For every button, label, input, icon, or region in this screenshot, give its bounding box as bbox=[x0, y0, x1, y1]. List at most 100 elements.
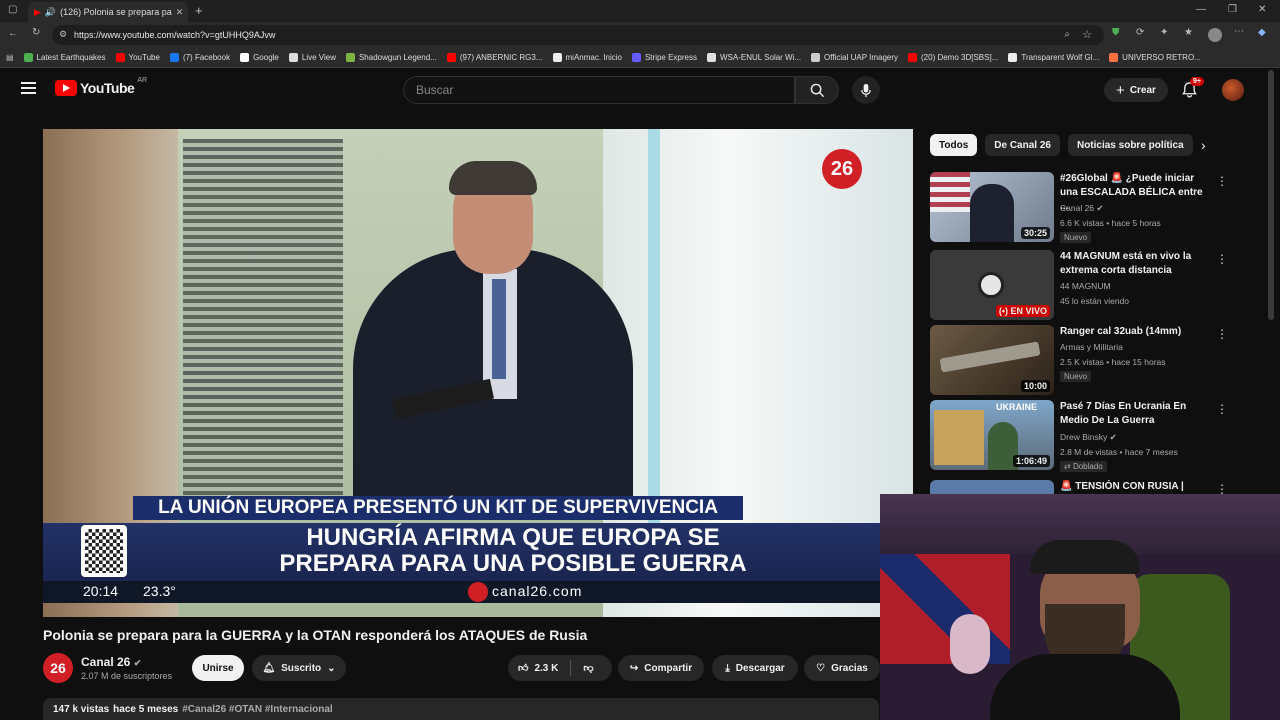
download-label: Descargar bbox=[735, 662, 785, 674]
zoom-icon[interactable]: ⌕ bbox=[1064, 29, 1070, 40]
video-thumbnail[interactable]: 10:00 bbox=[930, 325, 1054, 395]
more-menu-icon[interactable]: ⋯ bbox=[1234, 26, 1244, 37]
extension-icon[interactable]: ⟳ bbox=[1136, 27, 1144, 38]
bookmark-item[interactable]: Transparent Wolf Gl... bbox=[1008, 53, 1099, 62]
filter-chip[interactable]: Noticias sobre política bbox=[1067, 134, 1193, 156]
notifications-button[interactable]: 9+ bbox=[1182, 77, 1204, 103]
bookmark-item[interactable]: Stripe Express bbox=[631, 53, 697, 62]
search-input[interactable]: Buscar bbox=[403, 76, 795, 104]
verified-icon: ✔ bbox=[133, 658, 142, 668]
youtube-logo[interactable]: YouTube AR bbox=[55, 77, 147, 96]
bookmark-item[interactable]: (20) Demo 3D[SBS]... bbox=[908, 53, 998, 62]
bookmark-item[interactable]: Official UAP Imagery bbox=[811, 53, 898, 62]
video-thumbnail[interactable] bbox=[930, 480, 1054, 494]
channel-avatar[interactable]: 26 bbox=[43, 653, 73, 683]
video-thumbnail[interactable]: UKRAINE 1:06:49 bbox=[930, 400, 1054, 470]
thanks-button[interactable]: ♡ Gracias bbox=[804, 655, 880, 681]
video-thumbnail[interactable]: 30:25 bbox=[930, 172, 1054, 242]
tab-title: (126) Polonia se prepara pa bbox=[60, 7, 172, 17]
chips-next-icon[interactable]: › bbox=[1201, 137, 1206, 153]
rec-channel[interactable]: Armas y Militaria bbox=[1060, 342, 1123, 352]
rec-channel[interactable]: Canal 26 ✔ bbox=[1060, 203, 1104, 214]
thumbs-down-icon[interactable]: 👎︎ bbox=[583, 662, 593, 674]
maximize-icon[interactable]: ❐ bbox=[1228, 4, 1237, 15]
bookmark-favicon-icon bbox=[345, 53, 355, 62]
profile-avatar[interactable] bbox=[1208, 28, 1222, 42]
filter-chip[interactable]: Todos bbox=[930, 134, 978, 156]
thumbs-up-icon[interactable]: 👍︎ bbox=[518, 662, 528, 674]
video-player[interactable]: 26 LA UNIÓN EUROPEA PRESENTÓ UN KIT DE S… bbox=[43, 129, 913, 617]
recommendation-item[interactable]: 🚨 TENSIÓN CON RUSIA | ⋮ bbox=[930, 480, 1230, 494]
rec-title[interactable]: Pasé 7 Días En Ucrania En Medio De La Gu… bbox=[1060, 400, 1212, 428]
video-thumbnail[interactable]: (•) EN VIVO bbox=[930, 250, 1054, 320]
puzzle-icon[interactable]: ✦ bbox=[1160, 27, 1168, 38]
youtube-header: YouTube AR Buscar + Crear 9+ bbox=[0, 68, 1280, 112]
reload-icon[interactable]: ↻ bbox=[32, 27, 40, 38]
notification-count-badge: 9+ bbox=[1190, 77, 1204, 86]
share-button[interactable]: ↪ Compartir bbox=[618, 655, 704, 681]
more-options-icon[interactable]: ⋮ bbox=[1216, 482, 1228, 494]
browser-tab[interactable]: ▶ 🔊 (126) Polonia se prepara pa ✕ bbox=[28, 2, 188, 22]
more-options-icon[interactable]: ⋮ bbox=[1216, 402, 1228, 416]
bookmark-item[interactable]: Latest Earthquakes bbox=[23, 53, 106, 62]
bookmark-item[interactable]: Shadowgun Legend... bbox=[345, 53, 437, 62]
minimize-icon[interactable]: — bbox=[1196, 4, 1206, 15]
tab-actions-icon[interactable]: ▢ bbox=[8, 4, 17, 15]
site-info-icon[interactable]: ⚙ bbox=[59, 29, 67, 40]
channel-name[interactable]: Canal 26 ✔ bbox=[81, 655, 141, 669]
recommendation-item[interactable]: (•) EN VIVO 44 MAGNUM está en vivo la ex… bbox=[930, 250, 1230, 322]
speaker-icon[interactable]: 🔊 bbox=[45, 7, 56, 18]
bookmark-label: Shadowgun Legend... bbox=[358, 53, 437, 62]
new-tab-icon[interactable]: + bbox=[195, 3, 203, 18]
microphone-icon bbox=[861, 83, 871, 97]
more-options-icon[interactable]: ⋮ bbox=[1216, 327, 1228, 341]
favorite-star-icon[interactable]: ☆ bbox=[1082, 28, 1092, 41]
favorites-icon[interactable]: ★ bbox=[1184, 27, 1193, 38]
rec-title[interactable]: 🚨 TENSIÓN CON RUSIA | bbox=[1060, 480, 1212, 494]
bookmark-item[interactable]: WSA-ENUL Solar Wi... bbox=[707, 53, 801, 62]
page-scrollbar[interactable] bbox=[1268, 70, 1274, 320]
recommendation-item[interactable]: 30:25 #26Global 🚨 ¿Puede iniciar una ESC… bbox=[930, 172, 1230, 244]
close-tab-icon[interactable]: ✕ bbox=[176, 7, 184, 18]
description-box[interactable]: 147 k vistas hace 5 meses #Canal26 #OTAN… bbox=[43, 698, 879, 720]
recommendation-item[interactable]: 10:00 Ranger cal 32uab (14mm) Armas y Mi… bbox=[930, 325, 1230, 397]
rec-title[interactable]: Ranger cal 32uab (14mm) bbox=[1060, 325, 1212, 339]
back-icon[interactable]: ← bbox=[8, 28, 18, 39]
bookmark-label: (97) ANBERNIC RG3... bbox=[459, 53, 543, 62]
copilot-icon[interactable]: ◆ bbox=[1258, 27, 1266, 38]
address-bar-row: ← ↻ ⚙ https://www.youtube.com/watch?v=gt… bbox=[0, 22, 1280, 48]
download-button[interactable]: ⤓ Descargar bbox=[712, 655, 798, 681]
search-button[interactable] bbox=[795, 76, 839, 104]
bookmark-item[interactable]: miAnmac. Inicio bbox=[552, 53, 622, 62]
create-button[interactable]: + Crear bbox=[1104, 78, 1168, 102]
bookmark-item[interactable]: UNIVERSO RETRO... bbox=[1109, 53, 1201, 62]
join-button[interactable]: Unirse bbox=[192, 655, 244, 681]
subscribed-button[interactable]: 🔔︎ Suscrito ⌄ bbox=[252, 655, 346, 681]
account-avatar[interactable] bbox=[1222, 79, 1244, 101]
rec-title[interactable]: 44 MAGNUM está en vivo la extrema corta … bbox=[1060, 250, 1212, 278]
url-field[interactable]: ⚙ https://www.youtube.com/watch?v=gtUHHQ… bbox=[52, 25, 1104, 45]
extension-shield-icon[interactable]: ⛊ bbox=[1112, 27, 1120, 38]
bookmarks-icon[interactable]: ▤ bbox=[6, 53, 14, 62]
rec-channel[interactable]: 44 MAGNUM bbox=[1060, 281, 1111, 291]
share-icon: ↪ bbox=[629, 662, 639, 674]
bookmark-item[interactable]: (97) ANBERNIC RG3... bbox=[446, 53, 543, 62]
bookmark-favicon-icon bbox=[707, 53, 716, 62]
hashtags[interactable]: #Canal26 #OTAN #Internacional bbox=[182, 704, 332, 715]
close-window-icon[interactable]: ✕ bbox=[1258, 4, 1266, 15]
recommendation-item[interactable]: UKRAINE 1:06:49 Pasé 7 Días En Ucrania E… bbox=[930, 400, 1230, 472]
hamburger-menu-icon[interactable] bbox=[21, 82, 36, 94]
channel-name-text: Canal 26 bbox=[81, 655, 131, 669]
filter-chip[interactable]: De Canal 26 bbox=[985, 134, 1060, 156]
bookmark-item[interactable]: YouTube bbox=[115, 53, 160, 62]
webcam-person-shirt bbox=[990, 654, 1180, 720]
more-options-icon[interactable]: ⋮ bbox=[1216, 174, 1228, 188]
bookmark-label: miAnmac. Inicio bbox=[565, 53, 622, 62]
bookmark-item[interactable]: (7) Facebook bbox=[169, 53, 230, 62]
bookmark-item[interactable]: Google bbox=[240, 53, 279, 62]
rec-channel[interactable]: Drew Binsky ✔ bbox=[1060, 432, 1117, 443]
more-options-icon[interactable]: ⋮ bbox=[1216, 252, 1228, 266]
voice-search-button[interactable] bbox=[852, 76, 880, 104]
like-count[interactable]: 2.3 K bbox=[534, 663, 558, 674]
bookmark-item[interactable]: Live View bbox=[288, 53, 336, 62]
